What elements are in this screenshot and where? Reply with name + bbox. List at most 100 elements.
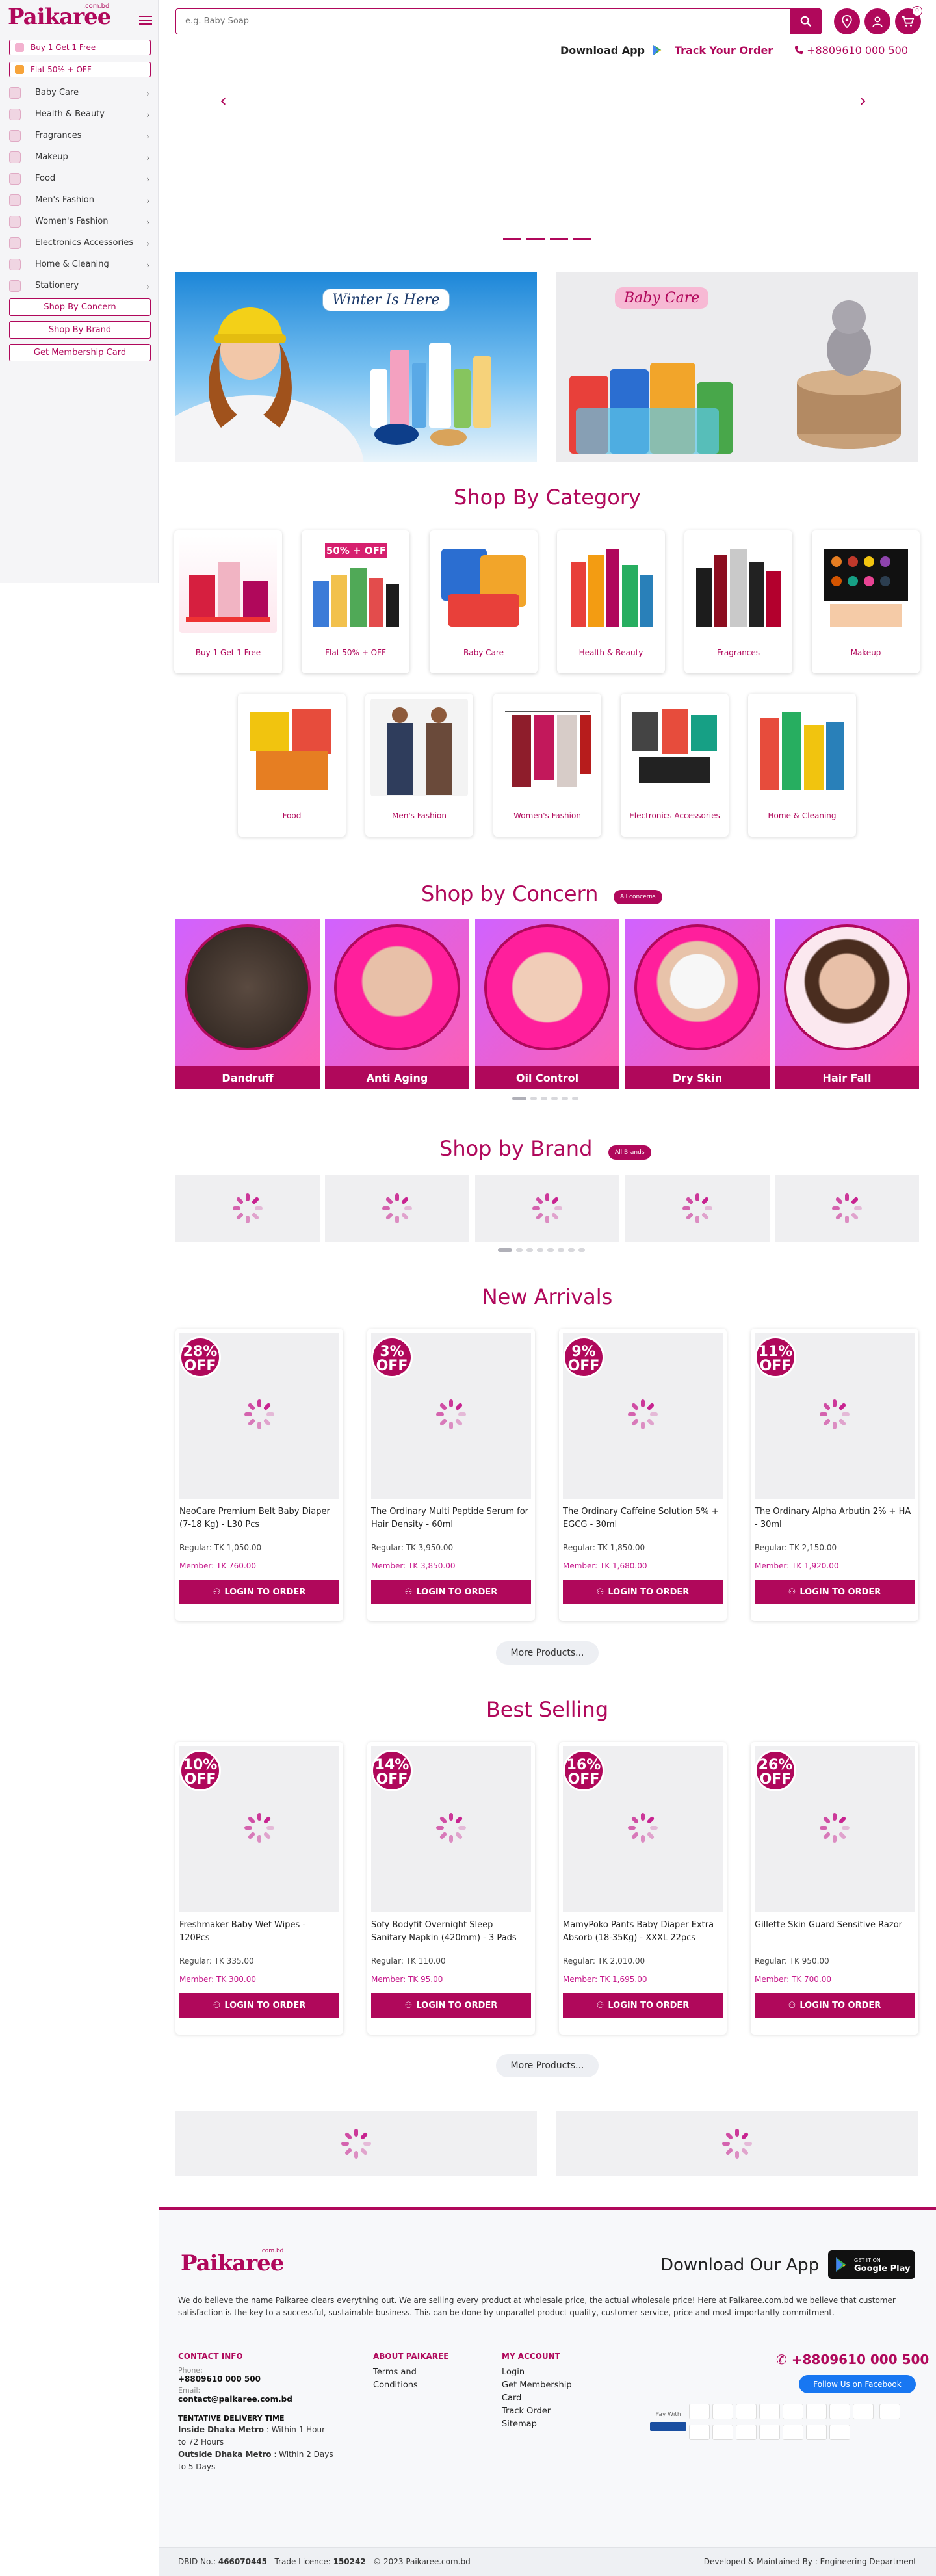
category-card-fragrances[interactable]: Fragrances: [684, 530, 792, 673]
sidebar-item-baby-care[interactable]: Baby Care ›: [9, 82, 153, 103]
category-card-home-cleaning[interactable]: Home & Cleaning: [748, 694, 856, 837]
category-card-food[interactable]: Food: [238, 694, 346, 837]
shop-by-concern-button[interactable]: Shop By Concern: [9, 298, 151, 316]
slider-dot[interactable]: [578, 1248, 585, 1252]
category-card-health-beauty[interactable]: Health & Beauty: [557, 530, 665, 673]
sidebar-item-fragrances[interactable]: Fragrances ›: [9, 125, 153, 146]
product-name[interactable]: Freshmaker Baby Wet Wipes - 120Pcs: [179, 1919, 338, 1945]
all-concerns-button[interactable]: All concerns: [614, 890, 662, 904]
concern-card-dry-skin[interactable]: Dry Skin: [625, 919, 770, 1089]
login-to-order-button[interactable]: ⚇ LOGIN TO ORDER: [755, 1993, 915, 2018]
brand-card[interactable]: [176, 1175, 320, 1242]
login-to-order-button[interactable]: ⚇ LOGIN TO ORDER: [371, 1993, 531, 2018]
search-input[interactable]: [176, 9, 787, 33]
promo-banner[interactable]: [556, 2111, 918, 2176]
shop-by-brand-button[interactable]: Shop By Brand: [9, 321, 151, 339]
slider-dot[interactable]: [547, 1248, 554, 1252]
membership-card-button[interactable]: Get Membership Card: [9, 344, 151, 361]
login-to-order-button[interactable]: ⚇ LOGIN TO ORDER: [563, 1580, 723, 1604]
slider-dot[interactable]: [551, 1097, 558, 1100]
slider-dot[interactable]: [568, 1248, 575, 1252]
sidebar-item-mens-fashion[interactable]: Men's Fashion ›: [9, 189, 153, 211]
sidebar-promo-bogo[interactable]: Buy 1 Get 1 Free: [9, 40, 151, 55]
category-card-bogo[interactable]: Buy 1 Get 1 Free: [174, 530, 282, 673]
login-to-order-button[interactable]: ⚇ LOGIN TO ORDER: [179, 1993, 339, 2018]
product-card[interactable]: 26% OFF Gillette Skin Guard Sensitive Raz…: [751, 1742, 918, 2035]
product-name[interactable]: Gillette Skin Guard Sensitive Razor: [755, 1919, 913, 1932]
slider-dot[interactable]: [562, 1097, 568, 1100]
sidebar-promo-flat[interactable]: Flat 50% + OFF: [9, 62, 151, 77]
sidebar-item-stationery[interactable]: Stationery ›: [9, 275, 153, 296]
category-card-makeup[interactable]: Makeup: [812, 530, 920, 673]
concern-card-anti-aging[interactable]: Anti Aging: [325, 919, 469, 1089]
product-card[interactable]: 16% OFF MamyPoko Pants Baby Diaper Extra …: [559, 1742, 727, 2035]
product-name[interactable]: The Ordinary Caffeine Solution 5% + EGCG…: [563, 1505, 722, 1531]
product-name[interactable]: The Ordinary Multi Peptide Serum for Hai…: [371, 1505, 530, 1531]
carousel-prev-chevron-icon[interactable]: ‹: [220, 90, 227, 111]
concern-card-dandruff[interactable]: Dandruff: [176, 919, 320, 1089]
slider-dot[interactable]: [537, 1248, 543, 1252]
sidebar-item-makeup[interactable]: Makeup ›: [9, 146, 153, 168]
footer-link-track-order[interactable]: Track Order: [502, 2405, 586, 2418]
carousel-indicator[interactable]: [550, 238, 568, 240]
google-play-button[interactable]: GET IT ON Google Play: [828, 2250, 915, 2279]
footer-link-terms[interactable]: Terms and Conditions: [373, 2366, 438, 2392]
brand-card[interactable]: [475, 1175, 619, 1242]
carousel-indicator[interactable]: [526, 238, 545, 240]
best-selling-more-button[interactable]: More Products...: [496, 2054, 599, 2077]
carousel-next-chevron-icon[interactable]: ›: [859, 90, 866, 111]
slider-dot[interactable]: [516, 1248, 523, 1252]
track-order-link[interactable]: Track Your Order: [675, 44, 773, 57]
location-button[interactable]: [834, 8, 860, 34]
sidebar-item-food[interactable]: Food ›: [9, 168, 153, 189]
concern-card-hair-fall[interactable]: Hair Fall: [775, 919, 919, 1089]
hamburger-menu-icon[interactable]: [139, 16, 152, 25]
footer-right-phone[interactable]: ✆ +8809610 000 500: [776, 2352, 929, 2367]
sidebar-item-home-cleaning[interactable]: Home & Cleaning ›: [9, 254, 153, 275]
product-card[interactable]: 9% OFF The Ordinary Caffeine Solution 5% …: [559, 1329, 727, 1621]
slider-dot[interactable]: [512, 1097, 526, 1100]
sidebar-item-womens-fashion[interactable]: Women's Fashion ›: [9, 211, 153, 232]
carousel-indicator[interactable]: [573, 238, 592, 240]
product-name[interactable]: NeoCare Premium Belt Baby Diaper (7-18 K…: [179, 1505, 338, 1531]
slider-dot[interactable]: [526, 1248, 533, 1252]
category-card-mens-fashion[interactable]: Men's Fashion: [365, 694, 473, 837]
footer-email[interactable]: contact@paikaree.com.bd: [178, 2395, 334, 2404]
slider-dot[interactable]: [572, 1097, 578, 1100]
brand-card[interactable]: [775, 1175, 919, 1242]
cart-button[interactable]: 0: [895, 6, 922, 34]
slider-dot[interactable]: [558, 1248, 564, 1252]
baby-care-banner[interactable]: Baby Care: [556, 272, 918, 462]
footer-phone[interactable]: +8809610 000 500: [178, 2374, 334, 2384]
product-name[interactable]: Sofy Bodyfit Overnight Sleep Sanitary Na…: [371, 1919, 530, 1945]
search-button[interactable]: [790, 8, 822, 34]
login-to-order-button[interactable]: ⚇ LOGIN TO ORDER: [563, 1993, 723, 2018]
product-name[interactable]: MamyPoko Pants Baby Diaper Extra Absorb …: [563, 1919, 722, 1945]
category-card-baby-care[interactable]: Baby Care: [430, 530, 538, 673]
winter-banner[interactable]: Winter Is Here: [176, 272, 537, 462]
footer-link-sitemap[interactable]: Sitemap: [502, 2418, 586, 2431]
slider-dot[interactable]: [498, 1248, 512, 1252]
category-card-electronics[interactable]: Electronics Accessories: [621, 694, 729, 837]
product-card[interactable]: 3% OFF The Ordinary Multi Peptide Serum f…: [367, 1329, 535, 1621]
download-app-link[interactable]: Download App: [560, 44, 663, 57]
product-card[interactable]: 10% OFF Freshmaker Baby Wet Wipes - 120Pc…: [176, 1742, 343, 2035]
login-to-order-button[interactable]: ⚇ LOGIN TO ORDER: [755, 1580, 915, 1604]
login-to-order-button[interactable]: ⚇ LOGIN TO ORDER: [371, 1580, 531, 1604]
new-arrivals-more-button[interactable]: More Products...: [496, 1641, 599, 1665]
login-to-order-button[interactable]: ⚇ LOGIN TO ORDER: [179, 1580, 339, 1604]
footer-link-login[interactable]: Login: [502, 2366, 586, 2379]
slider-dot[interactable]: [530, 1097, 537, 1100]
product-card[interactable]: 14% OFF Sofy Bodyfit Overnight Sleep Sani…: [367, 1742, 535, 2035]
product-card[interactable]: 11% OFF The Ordinary Alpha Arbutin 2% + H…: [751, 1329, 918, 1621]
product-card[interactable]: 28% OFF NeoCare Premium Belt Baby Diaper …: [176, 1329, 343, 1621]
sidebar-item-electronics[interactable]: Electronics Accessories ›: [9, 232, 153, 254]
brand-card[interactable]: [625, 1175, 770, 1242]
all-brands-button[interactable]: All Brands: [608, 1145, 651, 1160]
footer-link-membership[interactable]: Get Membership Card: [502, 2379, 586, 2405]
logo[interactable]: Paikaree .com.bd: [8, 3, 111, 31]
sidebar-item-health-beauty[interactable]: Health & Beauty ›: [9, 103, 153, 125]
product-name[interactable]: The Ordinary Alpha Arbutin 2% + HA - 30m…: [755, 1505, 913, 1531]
account-button[interactable]: [864, 8, 890, 34]
facebook-follow-button[interactable]: Follow Us on Facebook: [799, 2375, 916, 2393]
